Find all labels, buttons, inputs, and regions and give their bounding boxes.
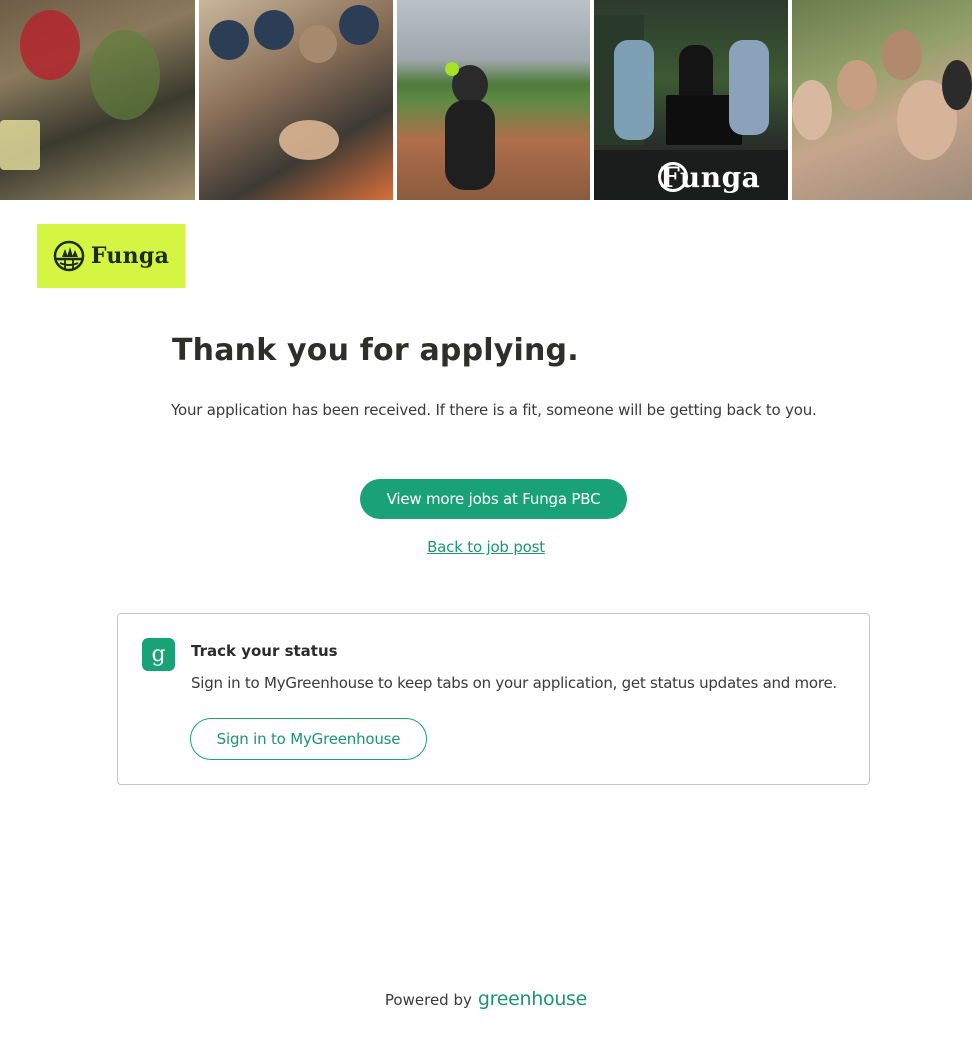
view-more-jobs-button[interactable]: View more jobs at Funga PBC <box>360 479 627 519</box>
track-status-card: g Track your status Sign in to MyGreenho… <box>117 613 870 785</box>
booth-sign-text: Funga <box>660 161 761 194</box>
field-worker-photo <box>397 0 590 200</box>
logo-text: Funga <box>90 243 170 269</box>
greenhouse-logo[interactable]: greenhouse <box>478 988 587 1010</box>
planting-photo <box>0 0 195 200</box>
tree-globe-icon <box>53 240 85 272</box>
powered-by-text: Powered by <box>384 991 472 1009</box>
confirmation-message: Your application has been received. If t… <box>171 401 817 419</box>
event-booth-photo: Funga <box>594 0 788 200</box>
greenhouse-g-icon: g <box>142 638 175 671</box>
card-title: Track your status <box>191 642 338 660</box>
back-to-job-post-anchor[interactable]: Back to job post <box>427 538 545 556</box>
back-to-job-post-link: Back to job post <box>0 538 972 556</box>
card-description: Sign in to MyGreenhouse to keep tabs on … <box>191 674 837 692</box>
group-selfie-photo <box>792 0 972 200</box>
sign-in-mygreenhouse-button[interactable]: Sign in to MyGreenhouse <box>190 718 427 760</box>
funga-logo: Funga <box>37 224 185 288</box>
footer: Powered by greenhouse <box>0 988 972 1010</box>
page-title: Thank you for applying. <box>172 333 579 368</box>
team-huddle-photo <box>199 0 393 200</box>
header-photo-banner: Funga <box>0 0 972 200</box>
